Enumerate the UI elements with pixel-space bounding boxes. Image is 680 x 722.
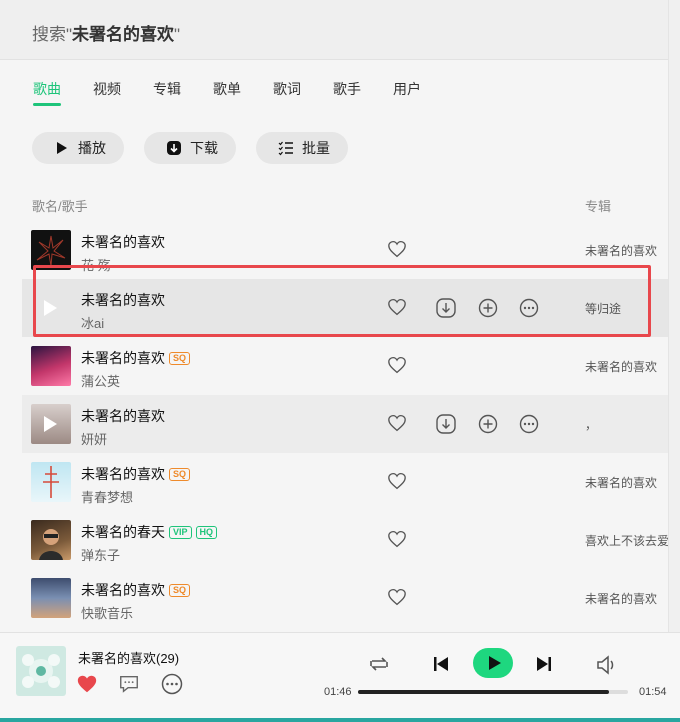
artist-name[interactable]: 青春梦想 bbox=[81, 487, 133, 506]
progress-fill bbox=[358, 690, 610, 694]
play-icon bbox=[54, 140, 70, 156]
highlight-box bbox=[33, 265, 651, 337]
music-app: 搜索"未署名的喜欢" 歌曲 视频 专辑 歌单 歌词 歌手 用户 播放 下载 批量… bbox=[0, 0, 680, 722]
play-icon[interactable] bbox=[44, 416, 57, 432]
tab-artists[interactable]: 歌手 bbox=[333, 79, 361, 109]
cover-image bbox=[31, 346, 71, 386]
song-title[interactable]: 未署名的春天 bbox=[81, 522, 165, 542]
result-tabs: 歌曲 视频 专辑 歌单 歌词 歌手 用户 bbox=[33, 79, 453, 109]
more-icon[interactable] bbox=[161, 673, 183, 695]
repeat-icon[interactable] bbox=[367, 653, 391, 675]
tab-playlists[interactable]: 歌单 bbox=[213, 79, 241, 109]
elapsed-time: 01:46 bbox=[324, 686, 352, 698]
heart-icon[interactable] bbox=[387, 472, 407, 490]
window-bottom-border bbox=[0, 718, 680, 722]
album-name[interactable]: 未署名的喜欢 bbox=[585, 474, 668, 491]
song-title[interactable]: 未署名的喜欢 bbox=[81, 464, 165, 484]
song-row[interactable]: 未署名的春天 VIPHQ 弹东子 喜欢上不该去爱的 bbox=[22, 511, 668, 569]
artist-name[interactable]: 弹东子 bbox=[81, 545, 120, 564]
artist-name[interactable]: 妍妍 bbox=[81, 429, 107, 448]
song-title[interactable]: 未署名的喜欢 bbox=[81, 580, 165, 600]
cover-image bbox=[31, 462, 71, 502]
sq-badge: SQ bbox=[169, 583, 191, 597]
album-name[interactable]: 喜欢上不该去爱的 bbox=[585, 532, 668, 549]
cover-image bbox=[31, 520, 71, 560]
list-check-icon bbox=[278, 140, 294, 156]
tab-users[interactable]: 用户 bbox=[393, 79, 421, 109]
heart-icon[interactable] bbox=[387, 414, 407, 432]
song-row[interactable]: 未署名的喜欢 SQ 蒲公英 未署名的喜欢 bbox=[22, 337, 668, 395]
album-name[interactable]: ， bbox=[585, 416, 668, 433]
download-icon bbox=[166, 140, 182, 156]
player-bar: 未署名的喜欢(29) 01:46 01:54 bbox=[0, 632, 680, 722]
cover-image bbox=[31, 578, 71, 618]
heart-icon[interactable] bbox=[387, 240, 407, 258]
song-row[interactable]: 未署名的喜欢 SQ 快歌音乐 未署名的喜欢 bbox=[22, 569, 668, 627]
hq-badge: HQ bbox=[195, 525, 218, 539]
more-icon[interactable] bbox=[519, 414, 539, 434]
now-playing-cover[interactable] bbox=[16, 646, 66, 696]
search-query: 未署名的喜欢 bbox=[72, 25, 175, 44]
volume-icon[interactable] bbox=[596, 655, 620, 675]
search-header: 搜索"未署名的喜欢" bbox=[0, 0, 668, 60]
song-row[interactable]: 未署名的喜欢 SQ 青春梦想 未署名的喜欢 bbox=[22, 453, 668, 511]
download-button[interactable]: 下载 bbox=[144, 132, 236, 164]
artist-name[interactable]: 蒲公英 bbox=[81, 371, 120, 390]
comment-icon[interactable] bbox=[118, 673, 140, 695]
cover-image bbox=[31, 404, 71, 444]
artist-name[interactable]: 快歌音乐 bbox=[81, 603, 133, 622]
song-title[interactable]: 未署名的喜欢 bbox=[81, 348, 165, 368]
tab-songs[interactable]: 歌曲 bbox=[33, 79, 61, 109]
album-name[interactable]: 未署名的喜欢 bbox=[585, 358, 668, 375]
tab-videos[interactable]: 视频 bbox=[93, 79, 121, 109]
add-icon[interactable] bbox=[478, 414, 498, 434]
cover-image bbox=[31, 230, 71, 270]
total-time: 01:54 bbox=[639, 686, 667, 698]
sq-badge: SQ bbox=[169, 467, 191, 481]
song-row[interactable]: 未署名的喜欢 妍妍 ， bbox=[22, 395, 668, 453]
column-song: 歌名/歌手 bbox=[32, 199, 88, 214]
liked-heart-icon[interactable] bbox=[76, 673, 98, 695]
heart-icon[interactable] bbox=[387, 588, 407, 606]
tab-lyrics[interactable]: 歌词 bbox=[273, 79, 301, 109]
vip-badge: VIP bbox=[169, 525, 192, 539]
sq-badge: SQ bbox=[169, 351, 191, 365]
next-icon[interactable] bbox=[536, 656, 552, 672]
column-album[interactable]: 专辑 bbox=[585, 196, 611, 215]
download-icon[interactable] bbox=[436, 414, 456, 434]
heart-icon[interactable] bbox=[387, 356, 407, 374]
album-name[interactable]: 未署名的喜欢 bbox=[585, 590, 668, 607]
action-bar: 播放 下载 批量 bbox=[32, 132, 368, 164]
album-name[interactable]: 未署名的喜欢 bbox=[585, 242, 668, 259]
play-all-button[interactable]: 播放 bbox=[32, 132, 124, 164]
song-title[interactable]: 未署名的喜欢 bbox=[81, 406, 165, 426]
scrollbar[interactable] bbox=[668, 0, 680, 632]
search-title: 搜索"未署名的喜欢" bbox=[32, 25, 181, 44]
tab-albums[interactable]: 专辑 bbox=[153, 79, 181, 109]
progress-bar[interactable] bbox=[358, 690, 628, 694]
heart-icon[interactable] bbox=[387, 530, 407, 548]
now-playing-title[interactable]: 未署名的喜欢(29) bbox=[78, 648, 179, 667]
song-title[interactable]: 未署名的喜欢 bbox=[81, 232, 165, 252]
play-pause-button[interactable] bbox=[473, 648, 513, 678]
batch-button[interactable]: 批量 bbox=[256, 132, 348, 164]
previous-icon[interactable] bbox=[433, 656, 449, 672]
